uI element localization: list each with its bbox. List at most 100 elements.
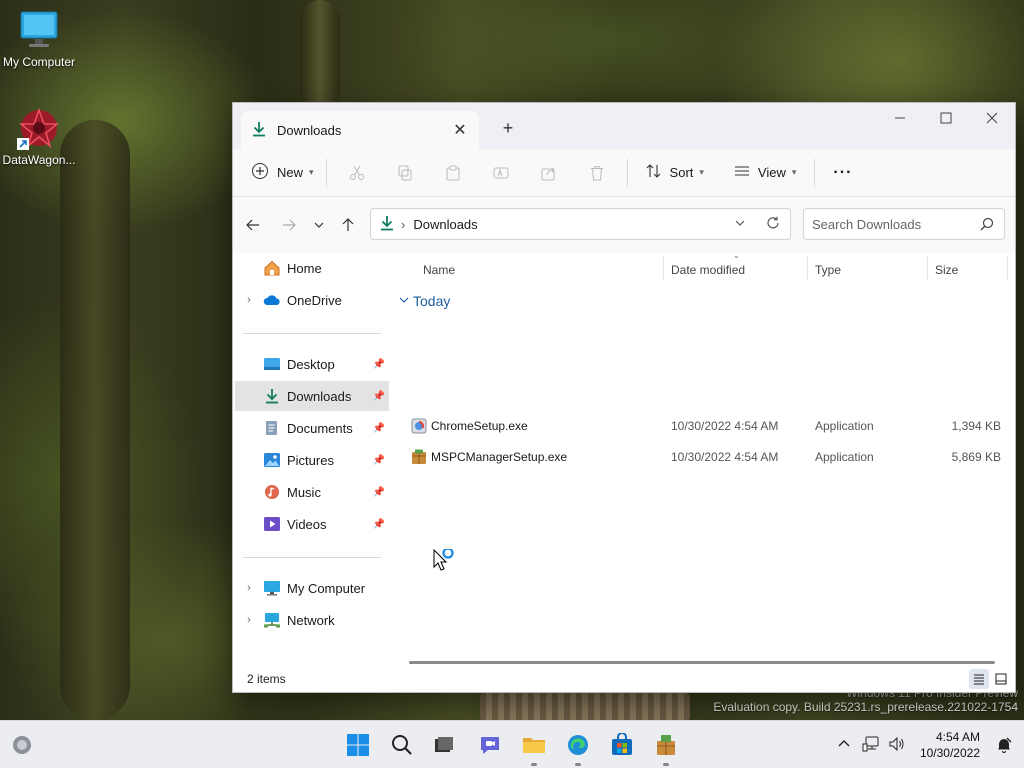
nav-item-downloads[interactable]: Downloads 📌	[235, 381, 389, 411]
file-list: Name Date modified ⌄ Type Size Today Chr…	[391, 251, 1015, 664]
maximize-button[interactable]	[923, 103, 969, 133]
address-dropdown-icon[interactable]	[734, 217, 746, 232]
chat-icon[interactable]	[474, 729, 506, 761]
column-divider[interactable]	[807, 257, 808, 281]
recent-locations-chevron-icon[interactable]	[307, 211, 331, 239]
nav-label: Music	[287, 484, 321, 500]
column-label: Size	[935, 263, 959, 277]
close-tab-icon[interactable]: ✕	[447, 117, 473, 143]
new-button[interactable]: New ▾	[245, 157, 320, 189]
nav-label: Videos	[287, 516, 327, 532]
pin-icon[interactable]: 📌	[373, 487, 385, 498]
nav-item-network[interactable]: › Network	[235, 605, 389, 635]
sort-indicator-icon: ⌄	[733, 251, 740, 260]
nav-divider	[243, 557, 381, 558]
column-header-type[interactable]: Type	[815, 253, 927, 287]
tab-downloads[interactable]: Downloads ✕	[241, 111, 479, 149]
document-icon	[263, 420, 281, 436]
monitor-icon	[263, 580, 281, 596]
edge-browser-icon[interactable]	[562, 729, 594, 766]
delete-icon[interactable]	[573, 157, 621, 189]
sort-button-label: Sort	[669, 165, 694, 180]
more-options-label: ···	[833, 163, 853, 181]
pin-icon[interactable]: 📌	[373, 519, 385, 530]
column-header-name[interactable]: Name	[423, 253, 663, 287]
watermark-line: Evaluation copy. Build 25231.rs_prerelea…	[713, 700, 1018, 714]
nav-divider	[243, 333, 381, 334]
plus-circle-icon	[251, 162, 269, 183]
task-view-icon[interactable]	[428, 729, 460, 761]
nav-item-documents[interactable]: Documents 📌	[235, 413, 389, 443]
column-header-date[interactable]: Date modified ⌄	[671, 251, 807, 287]
address-row: › Downloads Search Downloads	[233, 197, 1015, 253]
view-button[interactable]: View ▾	[728, 157, 802, 189]
notifications-icon[interactable]	[996, 721, 1012, 768]
close-window-button[interactable]	[969, 103, 1015, 133]
column-divider[interactable]	[663, 257, 664, 281]
expand-chevron-icon[interactable]: ›	[235, 614, 263, 626]
group-header-today[interactable]: Today	[399, 287, 450, 315]
wallpaper-trunk	[300, 0, 340, 110]
title-bar[interactable]: Downloads ✕ +	[233, 103, 1015, 149]
sort-arrows-icon	[646, 163, 662, 182]
column-header-size[interactable]: Size	[935, 253, 1005, 287]
volume-icon[interactable]	[888, 736, 906, 755]
nav-label: Home	[287, 260, 322, 276]
file-row[interactable]: ChromeSetup.exe 10/30/2022 4:54 AM Appli…	[391, 411, 1015, 441]
installer-package-icon	[411, 449, 427, 465]
taskbar-clock[interactable]: 4:54 AM 10/30/2022	[920, 729, 980, 761]
search-input[interactable]: Search Downloads	[803, 208, 1005, 240]
column-divider[interactable]	[927, 257, 928, 281]
search-icon[interactable]	[980, 217, 994, 234]
expand-chevron-icon[interactable]: ›	[235, 294, 263, 306]
nav-item-pictures[interactable]: Pictures 📌	[235, 445, 389, 475]
share-icon[interactable]	[525, 157, 573, 189]
nav-item-videos[interactable]: Videos 📌	[235, 509, 389, 539]
column-divider[interactable]	[1007, 257, 1008, 281]
column-label: Date modified	[671, 263, 746, 277]
new-tab-button[interactable]: +	[495, 115, 521, 141]
home-icon	[263, 260, 281, 276]
more-options-button[interactable]: ···	[827, 157, 858, 189]
desktop-icon-my-computer[interactable]: My Computer	[0, 8, 78, 69]
file-explorer-icon[interactable]	[518, 729, 550, 766]
nav-item-home[interactable]: Home	[235, 253, 389, 283]
chevron-up-icon[interactable]	[834, 737, 854, 754]
network-status-icon[interactable]	[862, 736, 880, 755]
up-arrow-icon[interactable]	[336, 211, 360, 239]
nav-item-onedrive[interactable]: › OneDrive	[235, 285, 389, 315]
search-icon[interactable]	[386, 729, 418, 761]
pin-icon[interactable]: 📌	[373, 359, 385, 370]
forward-arrow-icon[interactable]	[277, 211, 301, 239]
pin-icon[interactable]: 📌	[373, 423, 385, 434]
nav-item-my-computer[interactable]: › My Computer	[235, 573, 389, 603]
group-label: Today	[413, 293, 451, 309]
nav-item-desktop[interactable]: Desktop 📌	[235, 349, 389, 379]
desktop-icon-datawagon[interactable]: DataWagon...	[0, 106, 78, 167]
microsoft-store-icon[interactable]	[606, 729, 638, 761]
rename-icon[interactable]	[477, 157, 525, 189]
minimize-button[interactable]	[877, 103, 923, 133]
breadcrumb-downloads[interactable]: Downloads	[413, 217, 477, 232]
tiles-view-icon[interactable]	[991, 669, 1011, 689]
address-bar[interactable]: › Downloads	[370, 208, 791, 240]
horizontal-scrollbar[interactable]	[409, 661, 995, 664]
cut-icon[interactable]	[333, 157, 381, 189]
start-windows-icon[interactable]	[342, 729, 374, 761]
file-row[interactable]: MSPCManagerSetup.exe 10/30/2022 4:54 AM …	[391, 442, 1015, 472]
expand-chevron-icon[interactable]: ›	[235, 582, 263, 594]
copy-icon[interactable]	[381, 157, 429, 189]
paste-icon[interactable]	[429, 157, 477, 189]
installer-package-icon[interactable]	[650, 729, 682, 766]
pin-icon[interactable]: 📌	[373, 391, 385, 402]
sort-button[interactable]: Sort ▾	[640, 157, 710, 189]
refresh-icon[interactable]	[766, 216, 780, 233]
details-view-icon[interactable]	[969, 669, 989, 689]
breadcrumb-separator-icon: ›	[401, 216, 406, 232]
setup-exe-icon	[411, 418, 427, 434]
music-icon	[263, 484, 281, 500]
back-arrow-icon[interactable]	[241, 211, 265, 239]
widgets-weather-icon[interactable]	[6, 729, 38, 761]
nav-item-music[interactable]: Music 📌	[235, 477, 389, 507]
pin-icon[interactable]: 📌	[373, 455, 385, 466]
